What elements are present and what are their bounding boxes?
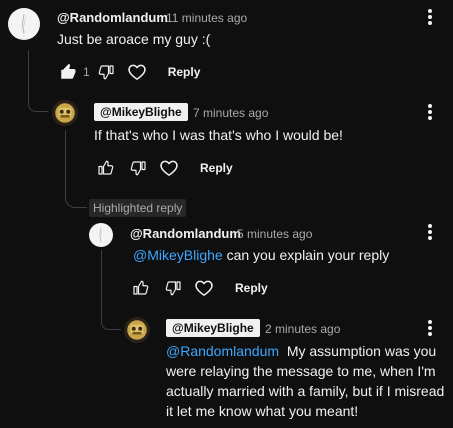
comment-time[interactable]: 2 minutes ago xyxy=(265,322,340,336)
like-count: 1 xyxy=(83,65,90,79)
comment-text-body: My assumption was you xyxy=(279,343,437,359)
more-options-icon[interactable] xyxy=(426,103,434,121)
comment-text-line: actually married with a family, but if I… xyxy=(166,383,445,399)
heart-icon xyxy=(127,62,147,82)
mention-link[interactable]: @MikeyBlighe xyxy=(133,247,223,263)
more-options-icon[interactable] xyxy=(426,319,434,337)
comment-actions: Reply xyxy=(94,156,233,180)
comment-actions: 1 Reply xyxy=(57,60,200,84)
avatar[interactable] xyxy=(8,8,40,40)
heart-button[interactable] xyxy=(158,157,180,179)
thumb-up-icon xyxy=(131,279,149,297)
mention-link[interactable]: @Randomlandum xyxy=(166,343,279,359)
heart-button[interactable] xyxy=(126,61,148,83)
comment-author-chip[interactable]: @MikeyBlighe xyxy=(166,319,260,337)
comment-text: If that's who I was that's who I would b… xyxy=(94,127,343,143)
reply-button[interactable]: Reply xyxy=(200,161,233,175)
comment-text-line: it let me know what you meant! xyxy=(166,403,359,419)
more-options-icon[interactable] xyxy=(426,8,434,26)
avatar-image xyxy=(124,317,150,343)
avatar-image xyxy=(8,8,40,40)
thumb-down-icon xyxy=(165,279,183,297)
heart-icon xyxy=(194,278,214,298)
comment-text: @MikeyBlighe can you explain your reply xyxy=(133,245,389,265)
like-button[interactable] xyxy=(94,157,116,179)
thread-connector xyxy=(65,130,87,208)
dislike-button[interactable] xyxy=(128,157,150,179)
comment-text-line: @Randomlandum My assumption was you xyxy=(166,341,446,361)
heart-icon xyxy=(159,158,179,178)
thread-connector xyxy=(28,50,48,112)
thumb-down-icon xyxy=(98,63,116,81)
comment-author-chip[interactable]: @MikeyBlighe xyxy=(94,103,188,121)
thumb-down-icon xyxy=(130,159,148,177)
like-button[interactable] xyxy=(57,61,79,83)
comment-time[interactable]: 7 minutes ago xyxy=(193,106,268,120)
highlighted-reply-badge: Highlighted reply xyxy=(89,199,187,217)
comment-time[interactable]: 5 minutes ago xyxy=(237,227,312,241)
comment-text: Just be aroace my guy :( xyxy=(57,31,211,47)
avatar[interactable] xyxy=(52,100,78,126)
thumb-up-icon xyxy=(59,63,77,81)
more-options-icon[interactable] xyxy=(426,223,434,241)
avatar-image xyxy=(52,100,78,126)
comment-author[interactable]: @Randomlandum xyxy=(57,10,168,25)
heart-button[interactable] xyxy=(193,277,215,299)
reply-button[interactable]: Reply xyxy=(235,281,268,295)
thumb-up-icon xyxy=(96,159,114,177)
avatar[interactable] xyxy=(89,223,113,247)
dislike-button[interactable] xyxy=(96,61,118,83)
comment-text-body: can you explain your reply xyxy=(222,247,390,263)
reply-button[interactable]: Reply xyxy=(168,65,201,79)
comment-text-line: were relaying the message to me, when I'… xyxy=(166,363,436,379)
comment-actions: Reply xyxy=(129,276,268,300)
thread-connector xyxy=(101,250,121,330)
dislike-button[interactable] xyxy=(163,277,185,299)
comment-text: @Randomlandum My assumption was you were… xyxy=(166,341,446,421)
avatar[interactable] xyxy=(124,317,150,343)
like-button[interactable] xyxy=(129,277,151,299)
avatar-image xyxy=(89,223,113,247)
comment-time[interactable]: 11 minutes ago xyxy=(166,11,247,25)
comment-author[interactable]: @Randomlandum xyxy=(130,226,241,241)
